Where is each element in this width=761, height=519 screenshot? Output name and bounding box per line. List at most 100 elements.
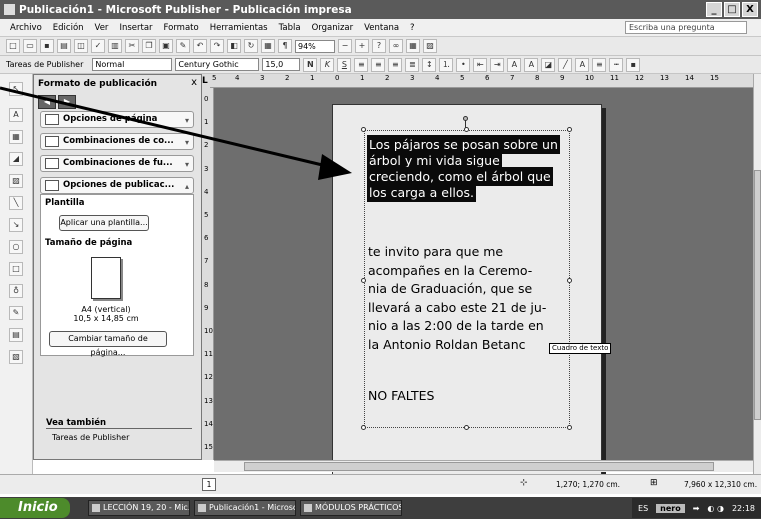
paste-icon[interactable]: ▣ — [159, 39, 173, 53]
bring-front-icon[interactable]: ◧ — [227, 39, 241, 53]
font-color-icon[interactable]: A — [575, 57, 590, 72]
rectangle-tool-icon[interactable]: □ — [9, 262, 23, 276]
language-indicator[interactable]: ES — [638, 504, 648, 513]
taskbar-item[interactable]: LECCIÓN 19, 20 - Mic... — [88, 500, 190, 516]
resize-handle[interactable] — [361, 127, 366, 132]
selected-text[interactable]: Los pájaros se posan sobre un árbol y mi… — [367, 135, 560, 202]
shrink-font-icon[interactable]: A — [524, 57, 539, 72]
menu-ver[interactable]: Ver — [95, 23, 109, 33]
shadow-icon[interactable]: ▪ — [626, 57, 641, 72]
close-button[interactable]: X — [742, 2, 758, 17]
bold-icon[interactable]: N — [303, 57, 318, 72]
resize-handle[interactable] — [567, 127, 572, 132]
change-page-size-button[interactable]: Cambiar tamaño de página... — [49, 331, 167, 357]
publisher-tasks-link[interactable]: Tareas de Publisher — [52, 433, 129, 442]
preview-icon[interactable]: ◫ — [74, 39, 88, 53]
spelling-icon[interactable]: ✓ — [91, 39, 105, 53]
save-icon[interactable]: ▪ — [40, 39, 54, 53]
menu-ayuda[interactable]: ? — [410, 23, 415, 33]
hyperlink-icon[interactable]: ∞ — [389, 39, 403, 53]
copy-icon[interactable]: ❐ — [142, 39, 156, 53]
taskbar-item[interactable]: Publicación1 - Microso... — [194, 500, 296, 516]
menu-edicion[interactable]: Edición — [53, 23, 84, 33]
zoom-select[interactable]: 94% — [295, 39, 335, 53]
menu-herramientas[interactable]: Herramientas — [210, 23, 268, 33]
cut-icon[interactable]: ✂ — [125, 39, 139, 53]
pilcrow-icon[interactable]: ¶ — [278, 39, 292, 53]
decrease-indent-icon[interactable]: ⇤ — [473, 57, 488, 72]
font-size-select[interactable]: 15,0 — [262, 58, 301, 71]
tray-arrow-icon[interactable]: ➡ — [693, 504, 700, 513]
hotspot-tool-icon[interactable]: ✎ — [9, 306, 23, 320]
ask-question-input[interactable]: Escriba una pregunta — [625, 21, 747, 34]
research-icon[interactable]: ▥ — [108, 39, 122, 53]
align-right-icon[interactable]: ≡ — [388, 57, 403, 72]
menu-ventana[interactable]: Ventana — [364, 23, 399, 33]
line-tool-icon[interactable]: ╲ — [9, 196, 23, 210]
open-icon[interactable]: ▭ — [23, 39, 37, 53]
underline-icon[interactable]: S — [337, 57, 352, 72]
resize-handle[interactable] — [361, 425, 366, 430]
page-navigator[interactable]: 1 — [202, 478, 216, 491]
design-gallery-icon[interactable]: ▤ — [9, 328, 23, 342]
line-spacing-icon[interactable]: ↕ — [422, 57, 437, 72]
text-box[interactable]: Los pájaros se posan sobre un árbol y mi… — [364, 130, 570, 428]
nero-icon[interactable]: nero — [656, 503, 685, 513]
item-library-icon[interactable]: ▧ — [9, 350, 23, 364]
numbering-icon[interactable]: ⒈ — [439, 57, 454, 72]
arrow-tool-icon[interactable]: ↘ — [9, 218, 23, 232]
rotation-handle[interactable] — [463, 116, 468, 121]
maximize-button[interactable]: □ — [724, 2, 740, 17]
menu-organizar[interactable]: Organizar — [312, 23, 354, 33]
rotate-icon[interactable]: ↻ — [244, 39, 258, 53]
line-style-icon[interactable]: ≡ — [592, 57, 607, 72]
zoom-in-icon[interactable]: + — [355, 39, 369, 53]
menu-tabla[interactable]: Tabla — [279, 23, 301, 33]
minimize-button[interactable]: _ — [706, 2, 722, 17]
resize-handle[interactable] — [567, 278, 572, 283]
picture-icon[interactable]: ▨ — [423, 39, 437, 53]
undo-icon[interactable]: ↶ — [193, 39, 207, 53]
grow-font-icon[interactable]: A — [507, 57, 522, 72]
tray-icons[interactable]: ◐ ◑ — [707, 504, 724, 513]
zoom-out-icon[interactable]: − — [338, 39, 352, 53]
bullets-icon[interactable]: • — [456, 57, 471, 72]
horizontal-scrollbar[interactable] — [214, 460, 753, 472]
help-icon[interactable]: ? — [372, 39, 386, 53]
menu-formato[interactable]: Formato — [164, 23, 199, 33]
apply-template-button[interactable]: Aplicar una plantilla... — [59, 215, 149, 231]
resize-handle[interactable] — [464, 425, 469, 430]
menu-archivo[interactable]: Archivo — [10, 23, 42, 33]
line-color-icon[interactable]: ╱ — [558, 57, 573, 72]
scroll-thumb[interactable] — [244, 462, 714, 471]
oval-tool-icon[interactable]: ○ — [9, 240, 23, 254]
italic-icon[interactable]: K — [320, 57, 335, 72]
print-icon[interactable]: ▤ — [57, 39, 71, 53]
columns-icon[interactable]: ▦ — [261, 39, 275, 53]
scroll-thumb[interactable] — [754, 170, 761, 420]
resize-handle[interactable] — [361, 278, 366, 283]
style-select[interactable]: Normal — [92, 58, 173, 71]
vertical-scrollbar[interactable] — [753, 74, 761, 474]
font-select[interactable]: Century Gothic — [175, 58, 260, 71]
redo-icon[interactable]: ↷ — [210, 39, 224, 53]
start-button[interactable]: Inicio — [0, 498, 70, 518]
fill-color-icon[interactable]: ◪ — [541, 57, 556, 72]
autoshapes-tool-icon[interactable]: ♁ — [9, 284, 23, 298]
paper-name: A4 (vertical) — [81, 305, 131, 314]
invitation-text[interactable]: te invito para que me acompañes en la Ce… — [368, 243, 588, 354]
align-left-icon[interactable]: ≡ — [354, 57, 369, 72]
taskbar-item[interactable]: MÓDULOS PRÁCTICOS — [300, 500, 402, 516]
justify-icon[interactable]: ≣ — [405, 57, 420, 72]
publisher-tasks-button[interactable]: Tareas de Publisher — [6, 60, 83, 69]
closing-text[interactable]: NO FALTES — [368, 387, 434, 406]
increase-indent-icon[interactable]: ⇥ — [490, 57, 505, 72]
table-icon[interactable]: ▦ — [406, 39, 420, 53]
align-center-icon[interactable]: ≡ — [371, 57, 386, 72]
format-painter-icon[interactable]: ✎ — [176, 39, 190, 53]
new-icon[interactable]: □ — [6, 39, 20, 53]
menu-insertar[interactable]: Insertar — [119, 23, 152, 33]
dash-style-icon[interactable]: ┅ — [609, 57, 624, 72]
resize-handle[interactable] — [567, 425, 572, 430]
page-thumbnail[interactable] — [91, 257, 121, 299]
